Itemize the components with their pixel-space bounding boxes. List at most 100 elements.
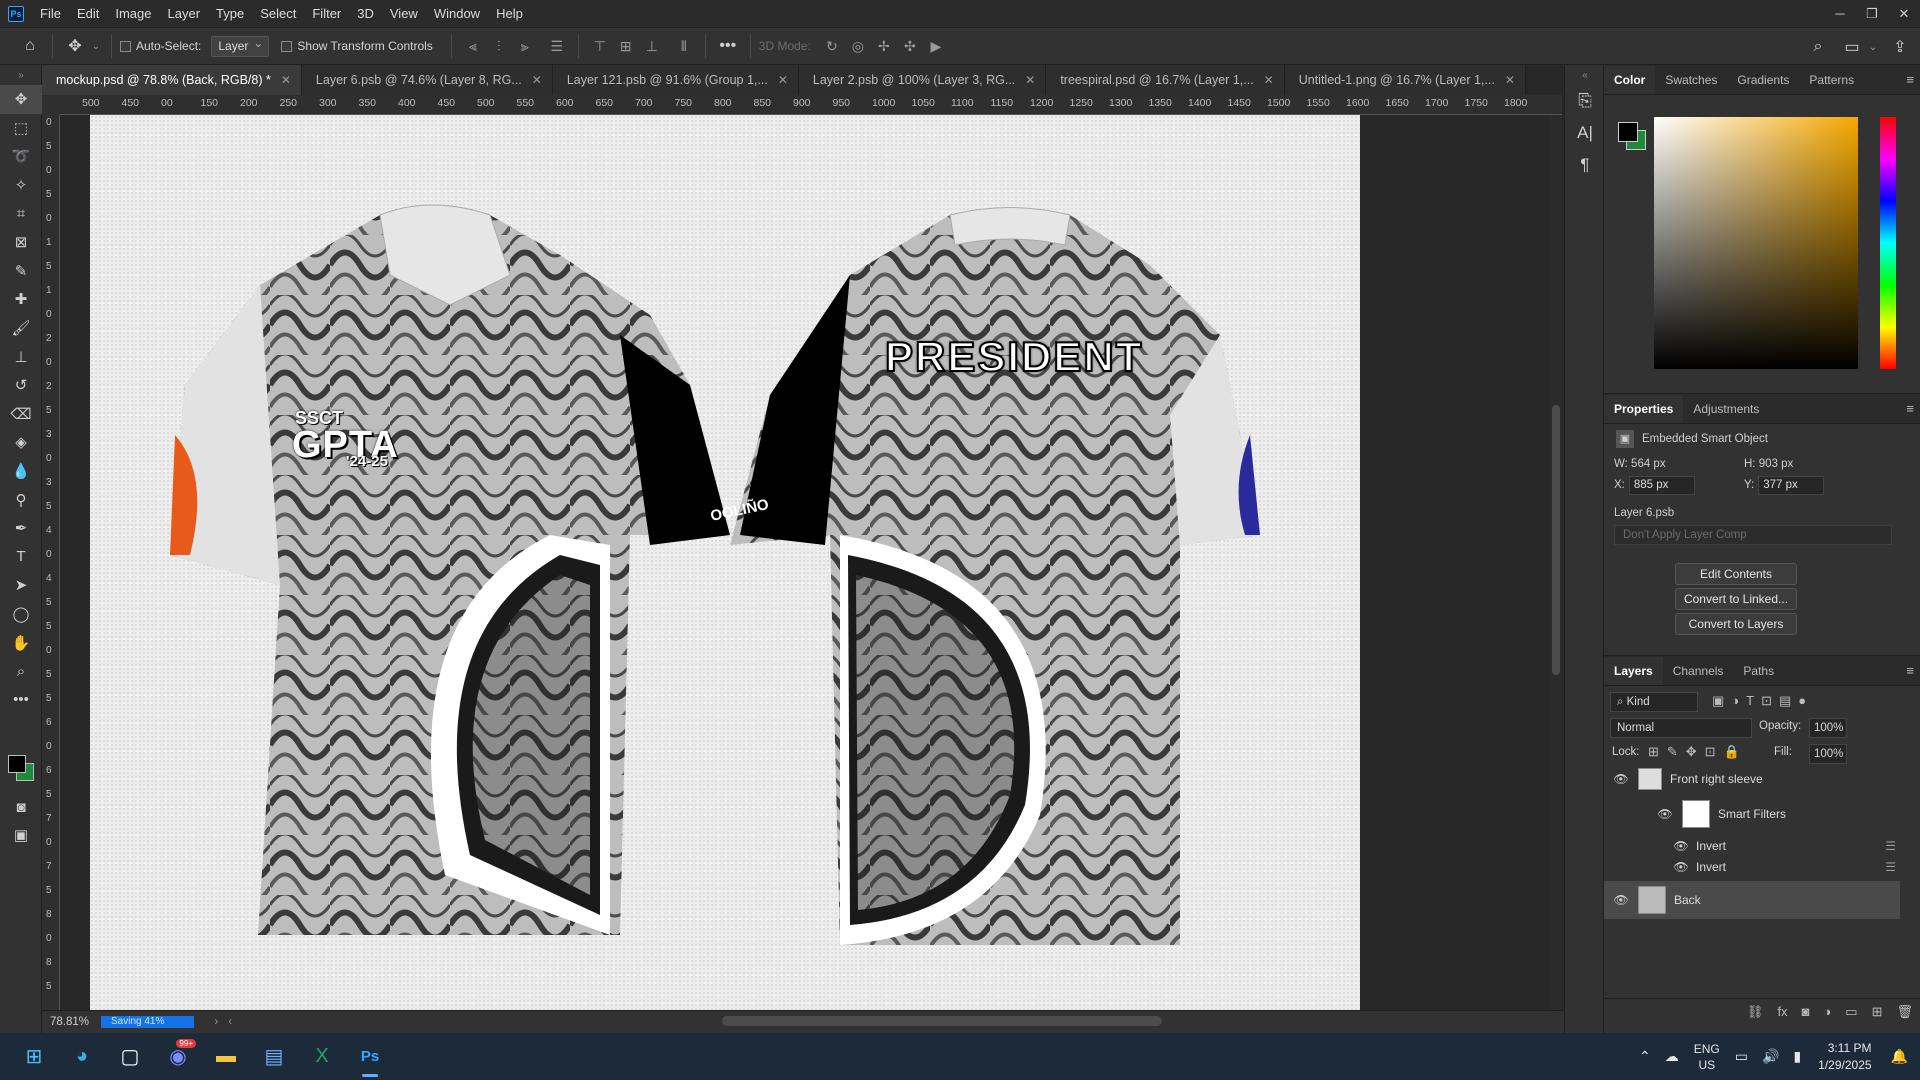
tab-patterns[interactable]: Patterns bbox=[1799, 66, 1864, 94]
filter-kind-dropdown[interactable]: ⌕ Kind bbox=[1610, 692, 1698, 712]
edge-icon[interactable]: ◕ bbox=[58, 1033, 106, 1080]
tab-color[interactable]: Color bbox=[1604, 66, 1656, 94]
home-icon[interactable]: ⌂ bbox=[16, 32, 44, 60]
chevron-down-icon[interactable]: ⌄ bbox=[89, 32, 103, 60]
notepad-icon[interactable]: ▤ bbox=[250, 1033, 298, 1080]
vertical-scrollbar[interactable] bbox=[1550, 115, 1562, 1010]
paragraph-icon[interactable]: ¶ bbox=[1565, 149, 1605, 181]
cloud-icon[interactable]: ☁ bbox=[1665, 1048, 1679, 1065]
type-tool-icon[interactable]: T bbox=[0, 543, 42, 572]
status-arrow-icon[interactable]: › bbox=[214, 1016, 218, 1028]
collapse-icon[interactable]: » bbox=[0, 65, 42, 85]
canvas-area[interactable]: SSCT GPTA '24-25 PRESIDENT OOLIÑO bbox=[60, 115, 1550, 1010]
horizontal-ruler[interactable]: 500 450 00 150 200 250 300 350 400 450 500 550 600 65… bbox=[60, 95, 1562, 115]
auto-select-checkbox[interactable]: Auto-Select: bbox=[120, 39, 201, 53]
x-input[interactable]: 885 px bbox=[1628, 476, 1695, 495]
lasso-tool-icon[interactable]: ➰ bbox=[0, 142, 42, 171]
distribute-vertical-icon[interactable]: ☰ bbox=[544, 33, 570, 59]
visibility-eye-icon[interactable]: 👁 bbox=[1612, 893, 1630, 907]
close-icon[interactable]: ✕ bbox=[1888, 0, 1920, 27]
tab-layer2[interactable]: Layer 2.psb @ 100% (Layer 3, RG... ✕ bbox=[798, 65, 1047, 95]
menu-window[interactable]: Window bbox=[426, 0, 488, 27]
scroll-thumb[interactable] bbox=[1552, 405, 1560, 675]
path-selection-tool-icon[interactable]: ➤ bbox=[0, 571, 42, 600]
brush-tool-icon[interactable]: 🖌 bbox=[0, 314, 42, 343]
more-tools-icon[interactable]: ••• bbox=[0, 685, 42, 714]
scroll-left-icon[interactable]: ‹ bbox=[228, 1016, 232, 1028]
menu-select[interactable]: Select bbox=[252, 0, 304, 27]
tab-mockup[interactable]: mockup.psd @ 78.8% (Back, RGB/8) * ✕ bbox=[42, 65, 302, 95]
quick-mask-icon[interactable]: ◙ bbox=[0, 793, 42, 822]
crop-tool-icon[interactable]: ⌗ bbox=[0, 199, 42, 228]
filter-options-icon[interactable]: ☰ bbox=[1885, 839, 1896, 853]
visibility-eye-icon[interactable]: 👁 bbox=[1672, 860, 1690, 874]
hue-slider[interactable] bbox=[1880, 117, 1896, 369]
layer-row[interactable]: 👁 Front right sleeve bbox=[1604, 767, 1904, 791]
tab-layer121[interactable]: Layer 121.psb @ 91.6% (Group 1,... ✕ bbox=[552, 65, 799, 95]
messenger-icon[interactable]: ◉ 99+ bbox=[154, 1033, 202, 1080]
photoshop-taskbar-icon[interactable]: Ps bbox=[346, 1033, 394, 1080]
color-picker-field[interactable] bbox=[1654, 117, 1858, 369]
screen-mode-icon[interactable]: ▣ bbox=[0, 821, 42, 850]
width-value[interactable]: 564 px bbox=[1631, 458, 1666, 470]
tab-untitled[interactable]: Untitled-1.png @ 16.7% (Layer 1,... ✕ bbox=[1284, 65, 1526, 95]
chevron-up-icon[interactable]: ⌃ bbox=[1639, 1048, 1651, 1065]
menu-filter[interactable]: Filter bbox=[304, 0, 349, 27]
menu-layer[interactable]: Layer bbox=[160, 0, 209, 27]
tab-layers[interactable]: Layers bbox=[1604, 657, 1663, 685]
marquee-tool-icon[interactable]: ⬚ bbox=[0, 114, 42, 143]
foreground-color-swatch[interactable] bbox=[1618, 122, 1638, 142]
healing-brush-tool-icon[interactable]: ✚ bbox=[0, 285, 42, 314]
lock-icons[interactable]: ⊞✎✥⊡🔒 bbox=[1648, 744, 1748, 760]
visibility-eye-icon[interactable]: 👁 bbox=[1656, 807, 1674, 821]
horizontal-scroll-thumb[interactable] bbox=[722, 1016, 1162, 1026]
tab-gradients[interactable]: Gradients bbox=[1727, 66, 1799, 94]
close-icon[interactable]: ✕ bbox=[532, 73, 542, 87]
language-indicator[interactable]: ENG US bbox=[1694, 1041, 1720, 1073]
menu-help[interactable]: Help bbox=[488, 0, 531, 27]
filter-row[interactable]: 👁 Invert ☰ bbox=[1604, 857, 1904, 877]
visibility-eye-icon[interactable]: 👁 bbox=[1672, 839, 1690, 853]
panel-menu-icon[interactable]: ≡ bbox=[1906, 663, 1914, 678]
eyedropper-tool-icon[interactable]: ✎ bbox=[0, 257, 42, 286]
align-left-icon[interactable]: ⫷ bbox=[460, 33, 486, 59]
paint-bucket-tool-icon[interactable]: ◈ bbox=[0, 428, 42, 457]
close-icon[interactable]: ✕ bbox=[281, 73, 291, 87]
layer-filter-icons[interactable]: ▣◑T⊡▤● bbox=[1712, 693, 1813, 709]
align-bottom-icon[interactable]: ⊥ bbox=[639, 33, 665, 59]
move-tool-icon[interactable]: ✥ bbox=[0, 85, 42, 114]
opacity-input[interactable]: 100% bbox=[1809, 718, 1847, 738]
close-icon[interactable]: ✕ bbox=[778, 73, 788, 87]
vertical-ruler[interactable]: 0 5 0 5 0 1 5 1 0 2 0 2 5 3 0 3 5 4 0 4 5 5 0 5 5 6 0 6 5 7 0 7 5 8 0 8 5 bbox=[42, 115, 60, 1010]
distribute-horizontal-icon[interactable]: ⦀ bbox=[671, 33, 697, 59]
visibility-eye-icon[interactable]: 👁 bbox=[1612, 772, 1630, 786]
tab-treespiral[interactable]: treespiral.psd @ 16.7% (Layer 1,... ✕ bbox=[1046, 65, 1285, 95]
more-options-icon[interactable]: ••• bbox=[714, 32, 742, 60]
search-icon[interactable]: ⌕ bbox=[1804, 33, 1832, 61]
display-icon[interactable]: ▭ bbox=[1735, 1048, 1748, 1065]
menu-edit[interactable]: Edit bbox=[69, 0, 107, 27]
close-icon[interactable]: ✕ bbox=[1264, 73, 1274, 87]
blend-mode-dropdown[interactable]: Normal bbox=[1610, 718, 1752, 738]
share-icon[interactable]: ⇪ bbox=[1886, 33, 1914, 61]
tab-channels[interactable]: Channels bbox=[1663, 657, 1734, 685]
workspace-icon[interactable]: ▭ bbox=[1838, 33, 1866, 61]
excel-icon[interactable]: X bbox=[298, 1033, 346, 1080]
delete-layer-icon[interactable]: 🗑 bbox=[1896, 1004, 1913, 1020]
menu-view[interactable]: View bbox=[382, 0, 426, 27]
chevron-down-icon[interactable]: ⌄ bbox=[1866, 33, 1880, 61]
frame-tool-icon[interactable]: ⊠ bbox=[0, 228, 42, 257]
height-value[interactable]: 903 px bbox=[1759, 458, 1794, 470]
collapse-icon[interactable]: « bbox=[1565, 65, 1605, 85]
edit-contents-button[interactable]: Edit Contents bbox=[1675, 563, 1797, 585]
clock[interactable]: 3:11 PM 1/29/2025 bbox=[1818, 1040, 1871, 1074]
history-brush-tool-icon[interactable]: ↺ bbox=[0, 371, 42, 400]
tab-swatches[interactable]: Swatches bbox=[1655, 66, 1727, 94]
auto-select-dropdown[interactable]: Layer bbox=[211, 34, 270, 57]
eraser-tool-icon[interactable]: ⌫ bbox=[0, 400, 42, 429]
battery-icon[interactable]: ▮ bbox=[1793, 1048, 1801, 1065]
pen-tool-icon[interactable]: ✒ bbox=[0, 514, 42, 543]
character-icon[interactable]: A| bbox=[1565, 117, 1605, 149]
convert-to-linked-button[interactable]: Convert to Linked... bbox=[1675, 588, 1797, 610]
align-center-icon[interactable]: ⫶ bbox=[486, 33, 512, 59]
